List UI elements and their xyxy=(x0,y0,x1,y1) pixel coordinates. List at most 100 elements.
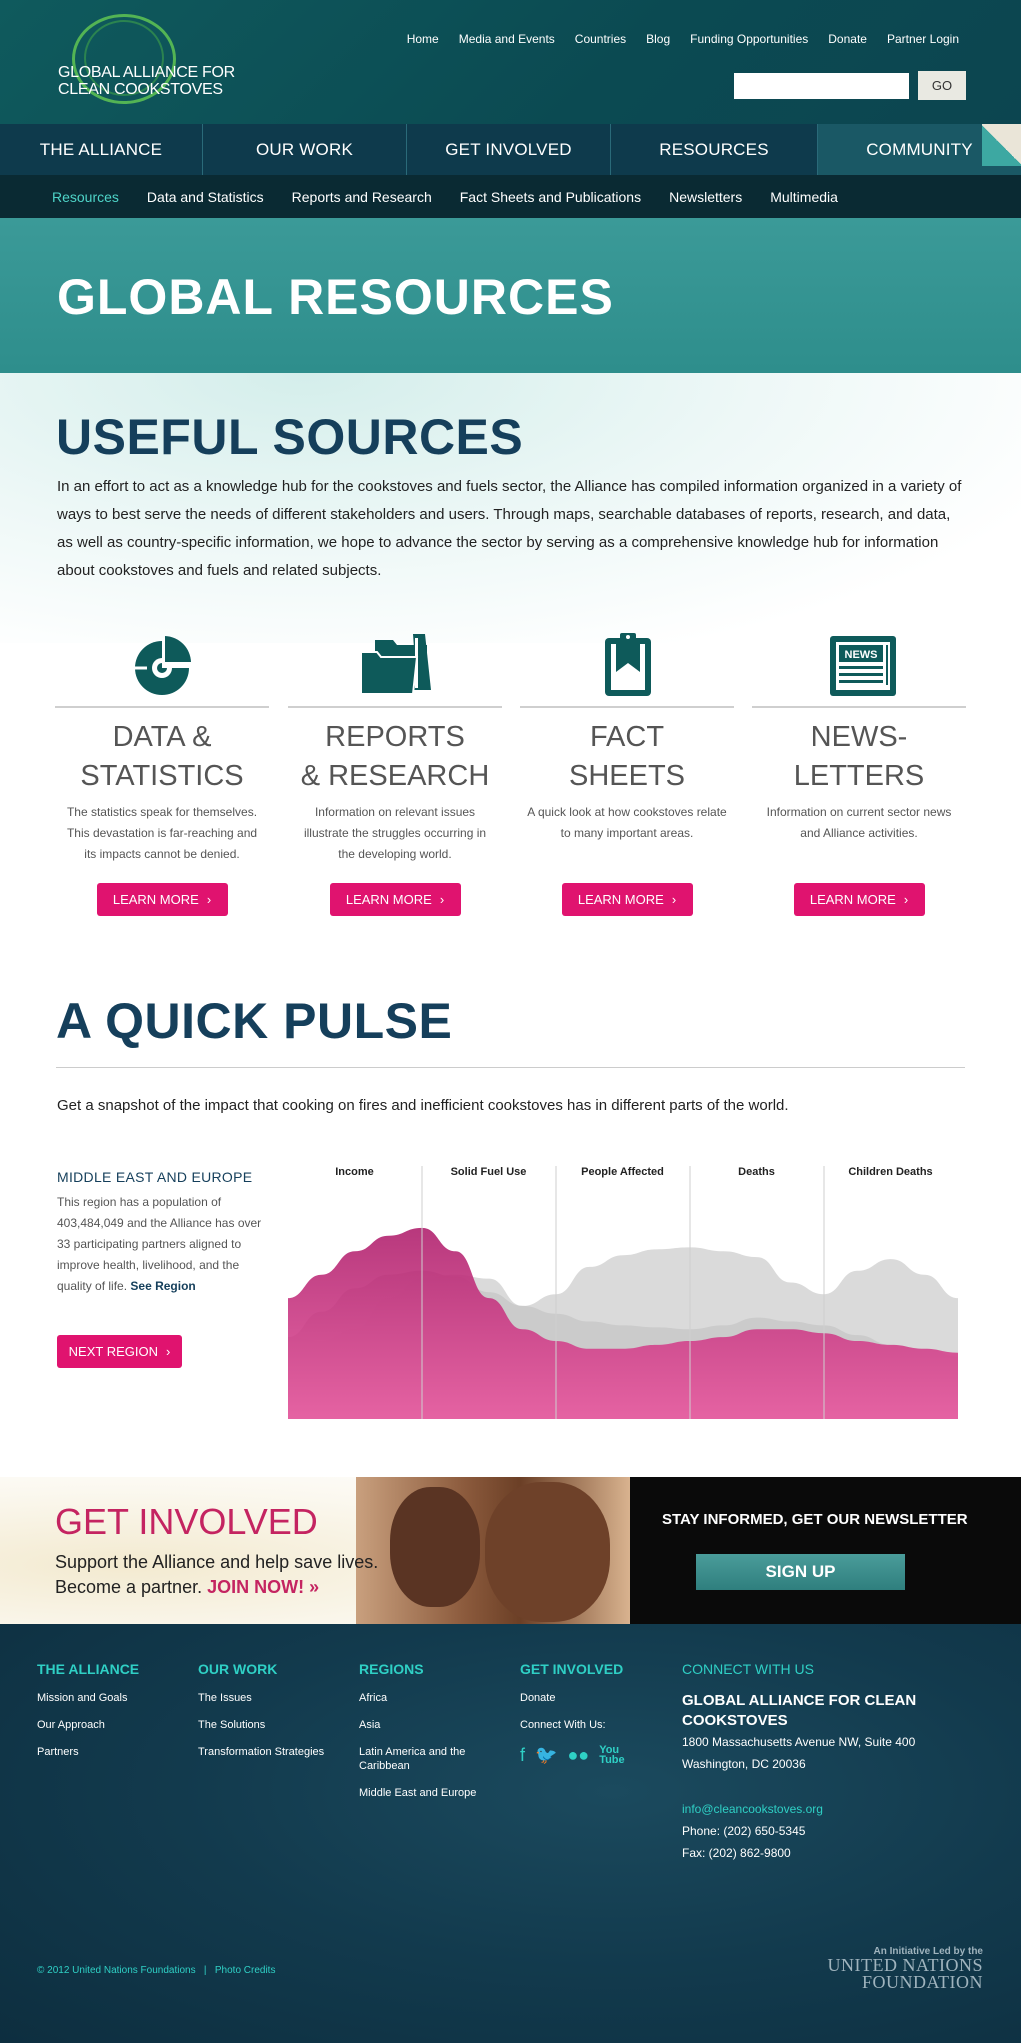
chevron-right-icon: › xyxy=(439,892,445,907)
sub-nav-multimedia[interactable]: Multimedia xyxy=(770,189,838,205)
footer-column-our-work: OUR WORK The Issues The Solutions Transf… xyxy=(198,1661,358,1772)
footer-link-mission[interactable]: Mission and Goals xyxy=(37,1691,197,1705)
footer-heading: GET INVOLVED xyxy=(520,1661,624,1677)
resource-title-line-2: & RESEARCH xyxy=(300,760,490,792)
useful-sources-text: In an effort to act as a knowledge hub f… xyxy=(57,478,962,579)
footer-link-latin-america[interactable]: Latin America and the Caribbean xyxy=(359,1745,489,1773)
resource-title-line-2: STATISTICS xyxy=(80,760,244,792)
footer-connect-label: Connect With Us: xyxy=(520,1719,606,1731)
footer-link-donate[interactable]: Donate xyxy=(520,1691,680,1705)
newspaper-icon-text: NEWS xyxy=(845,649,878,661)
get-involved-line-2-text: Become a partner. xyxy=(55,1577,203,1597)
learn-more-reports-button[interactable]: LEARN MORE › xyxy=(329,883,461,916)
next-region-button[interactable]: NEXT REGION › xyxy=(57,1335,182,1368)
resource-divider xyxy=(520,706,734,708)
footer-link-strategies[interactable]: Transformation Strategies xyxy=(198,1745,358,1759)
resource-title-line-2: SHEETS xyxy=(568,760,686,792)
footer-link-asia[interactable]: Asia xyxy=(359,1718,489,1732)
un-foundation-logo[interactable]: An Initiative Led by the UNITED NATIONS … xyxy=(828,1946,983,1991)
footer-email-link[interactable]: info@cleancookstoves.org xyxy=(682,1798,962,1820)
utility-link-partner-login[interactable]: Partner Login xyxy=(887,32,959,46)
join-now-link[interactable]: JOIN NOW! » xyxy=(207,1577,319,1597)
main-nav: THE ALLIANCE OUR WORK GET INVOLVED RESOU… xyxy=(0,124,1021,175)
footer-heading: CONNECT WITH US xyxy=(682,1661,814,1677)
footer-org-name: GLOBAL ALLIANCE FOR CLEAN COOKSTOVES xyxy=(682,1692,917,1729)
learn-more-label: LEARN MORE xyxy=(809,892,896,907)
sub-nav-reports-research[interactable]: Reports and Research xyxy=(292,189,432,205)
learn-more-newsletters-button[interactable]: LEARN MORE › xyxy=(793,883,925,916)
photo-credits-link[interactable]: Photo Credits xyxy=(215,1965,276,1976)
youtube-icon[interactable]: You Tube xyxy=(599,1745,624,1766)
newspaper-icon: NEWS xyxy=(824,630,896,700)
pulse-chart: Income Solid Fuel Use People Affected De… xyxy=(288,1166,958,1419)
sub-nav-fact-sheets[interactable]: Fact Sheets and Publications xyxy=(460,189,641,205)
region-description: This region has a population of 403,484,… xyxy=(57,1192,267,1297)
main-nav-resources[interactable]: RESOURCES xyxy=(610,124,817,175)
useful-sources-title: USEFUL SOURCES xyxy=(56,409,524,465)
logo-line-2: CLEAN COOKSTOVES xyxy=(58,81,223,98)
main-nav-the-alliance[interactable]: THE ALLIANCE xyxy=(0,124,202,175)
twitter-icon[interactable]: 🐦 xyxy=(535,1745,557,1766)
site-logo[interactable]: GLOBAL ALLIANCE FOR CLEAN COOKSTOVES xyxy=(58,64,258,98)
quick-pulse-divider xyxy=(56,1067,965,1068)
footer-column-get-involved: GET INVOLVED Donate Connect With Us: f 🐦… xyxy=(520,1661,680,1766)
utility-link-blog[interactable]: Blog xyxy=(646,32,670,46)
chevron-right-icon: › xyxy=(206,892,212,907)
utility-link-donate[interactable]: Donate xyxy=(828,32,867,46)
newsletter-signup-button[interactable]: SIGN UP xyxy=(696,1554,905,1590)
data-chart-icon xyxy=(127,630,197,700)
utility-link-funding[interactable]: Funding Opportunities xyxy=(690,32,808,46)
resource-title-line-1: NEWS- xyxy=(810,721,908,753)
footer-heading: OUR WORK xyxy=(198,1661,278,1677)
resource-card-newsletters: NEWS NEWS- LETTERS Information on curren… xyxy=(752,630,966,916)
resource-title-line-1: DATA & xyxy=(112,721,212,753)
get-involved-line-1: Support the Alliance and help save lives… xyxy=(55,1552,379,1572)
get-involved-line-2: Become a partner. JOIN NOW! » xyxy=(55,1577,319,1598)
main-nav-our-work[interactable]: OUR WORK xyxy=(202,124,406,175)
footer-link-middle-east[interactable]: Middle East and Europe xyxy=(359,1786,489,1800)
utility-link-media[interactable]: Media and Events xyxy=(459,32,555,46)
resource-card-reports: REPORTS & RESEARCH Information on releva… xyxy=(288,630,502,916)
footer-link-issues[interactable]: The Issues xyxy=(198,1691,358,1705)
sub-nav-data-statistics[interactable]: Data and Statistics xyxy=(147,189,264,205)
footer-link-partners[interactable]: Partners xyxy=(37,1745,197,1759)
resource-title-line-1: REPORTS xyxy=(325,721,465,753)
utility-link-countries[interactable]: Countries xyxy=(575,32,626,46)
child-face-right xyxy=(485,1482,610,1622)
facebook-icon[interactable]: f xyxy=(520,1745,525,1766)
flickr-icon[interactable]: ●● xyxy=(567,1745,589,1766)
sub-nav-resources[interactable]: Resources xyxy=(52,189,119,205)
footer-address-1: 1800 Massachusetts Avenue NW, Suite 400 xyxy=(682,1735,916,1749)
footer-heading: REGIONS xyxy=(359,1661,424,1677)
un-foundation-name: UNITED NATIONS FOUNDATION xyxy=(828,1956,983,1991)
learn-more-data-button[interactable]: LEARN MORE › xyxy=(96,883,228,916)
resource-description: Information on current sector news and A… xyxy=(766,805,952,840)
resource-title-line-2: LETTERS xyxy=(793,760,925,792)
search-input[interactable] xyxy=(734,73,909,99)
footer-link-approach[interactable]: Our Approach xyxy=(37,1718,197,1732)
see-region-link[interactable]: See Region xyxy=(130,1279,195,1293)
resource-divider xyxy=(55,706,269,708)
child-face-left xyxy=(390,1487,480,1607)
chevron-right-icon: › xyxy=(903,892,909,907)
sub-nav-newsletters[interactable]: Newsletters xyxy=(669,189,742,205)
search-go-button[interactable]: GO xyxy=(918,71,966,100)
chart-svg xyxy=(288,1166,958,1419)
footer-heading: THE ALLIANCE xyxy=(37,1661,140,1677)
main-nav-get-involved[interactable]: GET INVOLVED xyxy=(406,124,610,175)
learn-more-label: LEARN MORE xyxy=(345,892,432,907)
social-links: f 🐦 ●● You Tube xyxy=(520,1745,680,1766)
sub-nav: Resources Data and Statistics Reports an… xyxy=(0,175,1021,218)
resource-divider xyxy=(288,706,502,708)
copyright-text: © 2012 United Nations Foundations xyxy=(37,1965,196,1976)
newsletter-title: STAY INFORMED, GET OUR NEWSLETTER xyxy=(662,1511,968,1528)
utility-link-home[interactable]: Home xyxy=(407,32,439,46)
footer-column-alliance: THE ALLIANCE Mission and Goals Our Appro… xyxy=(37,1661,197,1772)
next-region-label: NEXT REGION xyxy=(68,1344,158,1359)
footer-link-solutions[interactable]: The Solutions xyxy=(198,1718,358,1732)
footer-link-africa[interactable]: Africa xyxy=(359,1691,489,1705)
learn-more-fact-sheets-button[interactable]: LEARN MORE › xyxy=(561,883,693,916)
footer-copyright: © 2012 United Nations Foundations | Phot… xyxy=(37,1965,276,1976)
resource-description: The statistics speak for themselves. Thi… xyxy=(66,805,258,861)
footer-phone: Phone: (202) 650-5345 xyxy=(682,1824,806,1838)
